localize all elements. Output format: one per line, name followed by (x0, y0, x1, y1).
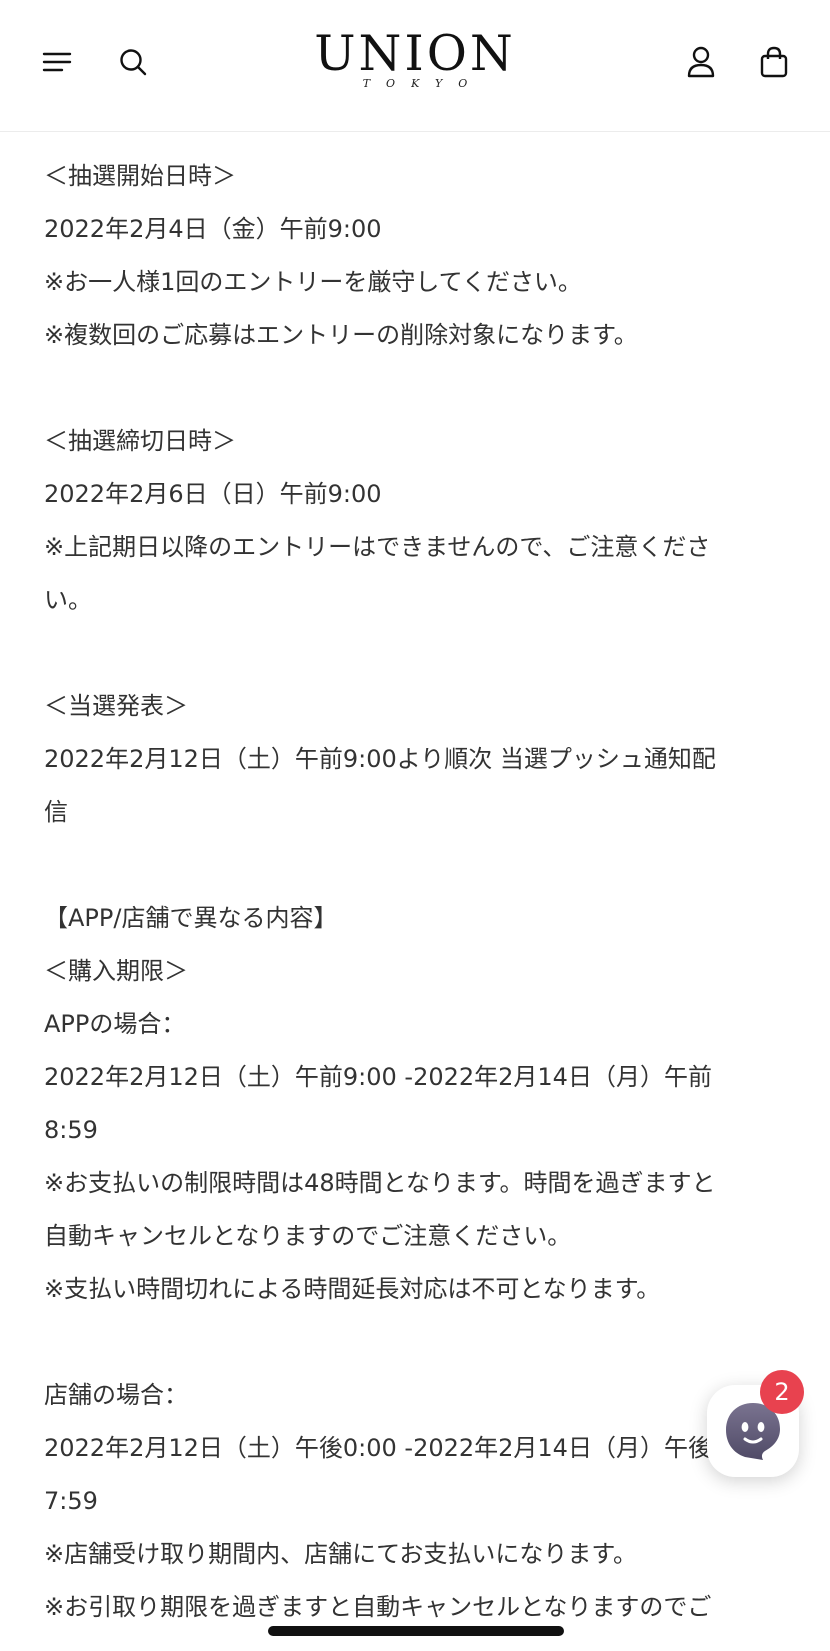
text-line: 店舗の場合： (44, 1381, 188, 1409)
text-line: ※店舗受け取り期間内、店舗にてお支払いになります。 (44, 1540, 637, 1568)
text-line: 【APP/店舗で異なる内容】 (44, 904, 338, 932)
text-line: APPの場合： (44, 1010, 186, 1038)
text-line: 2022年2月6日（日）午前9:00 (44, 480, 382, 508)
text-line: ※お支払いの制限時間は48時間となります。時間を過ぎますと (44, 1169, 716, 1197)
site-header: UNION TOKYO (0, 0, 830, 132)
text-line: ＜当選発表＞ (44, 692, 188, 720)
text-line: ※複数回のご応募はエントリーの削除対象になります。 (44, 321, 638, 349)
text-line: 8:59 (44, 1116, 98, 1144)
text-line: 2022年2月12日（土）午前9:00より順次 当選プッシュ通知配 (44, 745, 716, 773)
user-icon (687, 46, 715, 78)
account-button[interactable] (681, 42, 721, 82)
text-line: 自動キャンセルとなりますのでご注意ください。 (44, 1222, 572, 1250)
text-line: い。 (44, 586, 92, 614)
text-line: 信 (44, 798, 68, 826)
text-line: 2022年2月12日（土）午後0:00 -2022年2月14日（月）午後 (44, 1434, 712, 1462)
article-body: ＜抽選開始日時＞ 2022年2月4日（金）午前9:00 ※お一人様1回のエントリ… (44, 150, 784, 1634)
text-line: ＜購入期限＞ (44, 957, 188, 985)
shopping-bag-icon (760, 46, 788, 78)
home-indicator (268, 1626, 564, 1636)
text-line: ※支払い時間切れによる時間延長対応は不可となります。 (44, 1275, 661, 1303)
text-line: ＜抽選開始日時＞ (44, 162, 236, 190)
text-line: 7:59 (44, 1487, 98, 1515)
unread-count-badge: 2 (760, 1370, 804, 1414)
text-line: ＜抽選締切日時＞ (44, 427, 236, 455)
text-line: ※上記期日以降のエントリーはできませんので、ご注意くださ (44, 533, 711, 561)
cart-button[interactable] (754, 42, 794, 82)
text-line: 2022年2月12日（土）午前9:00 -2022年2月14日（月）午前 (44, 1063, 712, 1091)
text-line: ※お一人様1回のエントリーを厳守してください。 (44, 268, 582, 296)
text-line: 2022年2月4日（金）午前9:00 (44, 215, 382, 243)
